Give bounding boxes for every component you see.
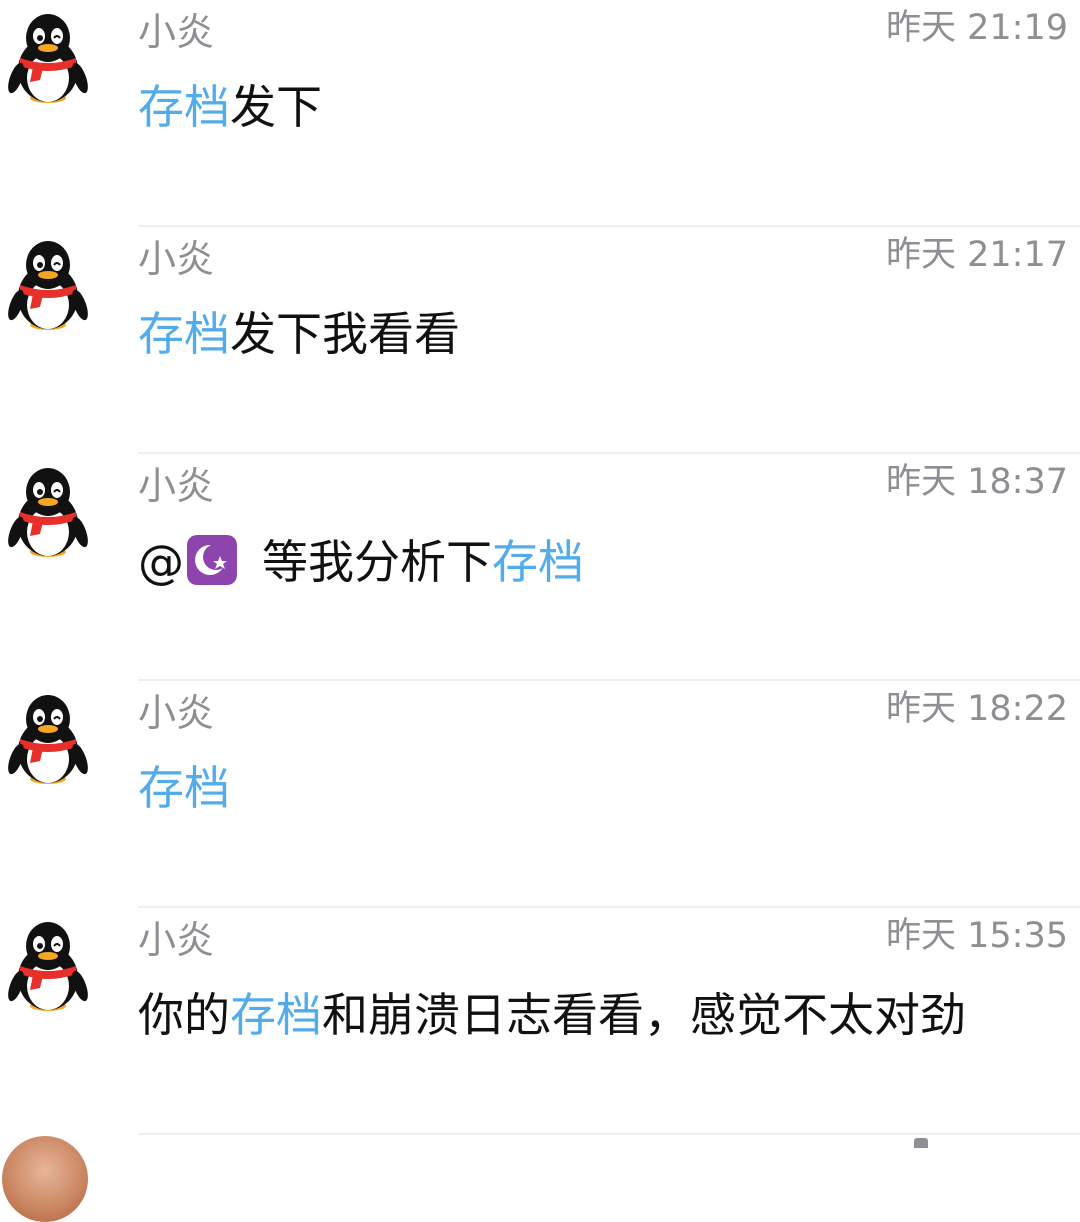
message-list-item[interactable]: 小炎 昨天 18:37 @ 等我分析下存档 xyxy=(0,454,1080,681)
sender-name: 小炎 xyxy=(138,691,215,735)
message-time-partial xyxy=(914,1138,928,1148)
avatar[interactable] xyxy=(2,1136,88,1222)
message-time: 昨天 18:22 xyxy=(886,689,1068,729)
message-time: 昨天 15:35 xyxy=(886,916,1068,956)
sender-name: 小炎 xyxy=(138,918,215,962)
search-highlight: 存档 xyxy=(230,988,322,1042)
search-highlight: 存档 xyxy=(138,80,230,134)
sender-name: 小炎 xyxy=(138,10,215,54)
message-text: @ 等我分析下存档 xyxy=(138,534,584,589)
qq-penguin-icon[interactable] xyxy=(8,920,88,1016)
message-post: 和崩溃日志看看，感觉不太对劲 xyxy=(322,988,966,1042)
mention-at: @ xyxy=(138,535,184,589)
divider xyxy=(138,1133,1080,1135)
message-text: 存档发下 xyxy=(138,80,322,134)
message-post: 发下 xyxy=(230,80,322,134)
message-time: 昨天 18:37 xyxy=(886,462,1068,502)
message-list-item[interactable]: 小炎 昨天 21:19 存档发下 xyxy=(0,0,1080,227)
search-highlight: 存档 xyxy=(492,535,584,589)
sender-name: 小炎 xyxy=(138,237,215,281)
qq-penguin-icon[interactable] xyxy=(8,239,88,335)
search-highlight: 存档 xyxy=(138,761,230,815)
crescent-star-icon xyxy=(187,535,237,585)
message-list-item[interactable]: 小炎 昨天 18:22 存档 xyxy=(0,681,1080,908)
message-post: 发下我看看 xyxy=(230,307,460,361)
message-time: 昨天 21:19 xyxy=(886,8,1068,48)
message-list-item[interactable]: 小炎 昨天 21:17 存档发下我看看 xyxy=(0,227,1080,454)
message-pre: 等我分析下 xyxy=(262,535,492,589)
message-text: 存档发下我看看 xyxy=(138,307,460,361)
search-highlight: 存档 xyxy=(138,307,230,361)
message-text: 存档 xyxy=(138,761,230,815)
message-list-item[interactable]: 小炎 昨天 15:35 你的存档和崩溃日志看看，感觉不太对劲 xyxy=(0,908,1080,1135)
sender-name: 小炎 xyxy=(138,464,215,508)
message-text: 你的存档和崩溃日志看看，感觉不太对劲 xyxy=(138,988,966,1042)
qq-penguin-icon[interactable] xyxy=(8,12,88,108)
qq-penguin-icon[interactable] xyxy=(8,466,88,562)
message-search-results: 小炎 昨天 21:19 存档发下 小炎 昨天 21:17 存档发下我看看 小炎 … xyxy=(0,0,1080,1222)
message-time: 昨天 21:17 xyxy=(886,235,1068,275)
message-pre: 你的 xyxy=(138,988,230,1042)
qq-penguin-icon[interactable] xyxy=(8,693,88,789)
